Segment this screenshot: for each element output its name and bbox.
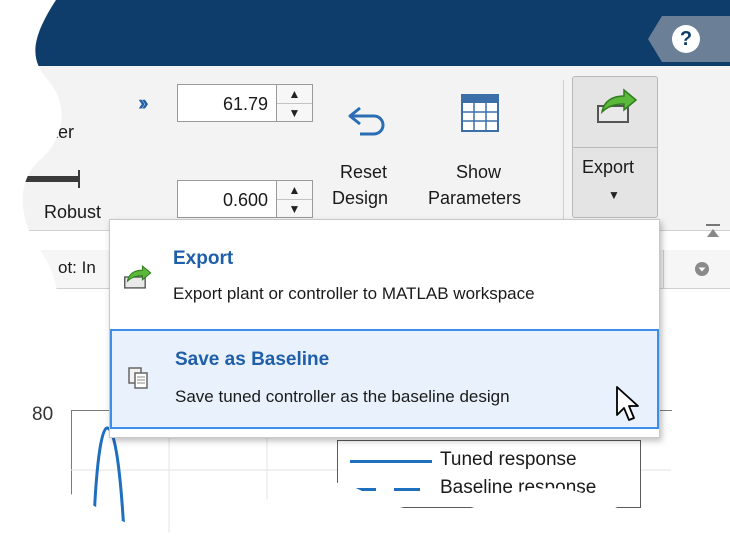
pid-tuner-window: ? ster Robust ›› 61.79 ▲ ▼ 0.600 ▲ ▼ Res… [0,0,730,551]
torn-edge-mask [0,0,730,551]
